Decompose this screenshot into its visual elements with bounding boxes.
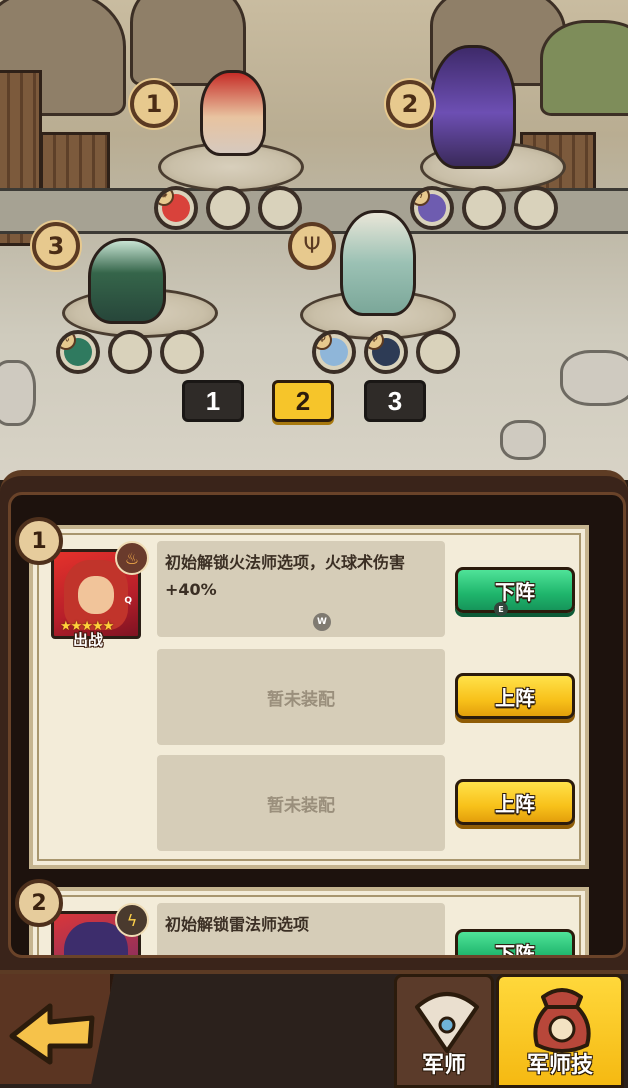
tree-right xyxy=(540,20,628,116)
tab-label: 军师技 xyxy=(526,1053,593,1078)
position-number-2: 2 xyxy=(386,80,434,128)
rock xyxy=(560,350,628,406)
skill-slot[interactable]: Ψ xyxy=(364,330,408,374)
brocade-bag-icon xyxy=(533,988,591,1053)
skill-panel: Q ★★★★★ ♨ 出战 初始解锁火法师选项，火球术伤害+40% W 下阵 E … xyxy=(0,470,628,976)
equip-button[interactable]: 上阵 xyxy=(455,673,575,719)
tab-label: 军师 xyxy=(421,1053,466,1078)
portrait-face xyxy=(78,576,114,614)
skill-slot[interactable] xyxy=(514,186,558,230)
skill-slot[interactable] xyxy=(416,330,460,374)
strategist-card-1: Q ★★★★★ ♨ 出战 初始解锁火法师选项，火球术伤害+40% W 下阵 E … xyxy=(29,525,589,869)
back-button[interactable] xyxy=(0,974,114,1084)
hero-strategist[interactable] xyxy=(340,210,416,316)
empty-slot-text: 暂未装配 xyxy=(267,795,335,816)
lightning-icon: ϟ xyxy=(115,903,149,937)
position-number-1: 1 xyxy=(130,80,178,128)
rock xyxy=(500,420,546,460)
skill-slot[interactable] xyxy=(160,330,204,374)
tab-strategist-skills[interactable]: 军师技 xyxy=(496,974,624,1088)
hotkey-hint: Q xyxy=(124,596,132,606)
equip-button[interactable]: 上阵 xyxy=(455,779,575,825)
skill-slot[interactable]: ∿ xyxy=(56,330,100,374)
skill-slot[interactable] xyxy=(108,330,152,374)
team-tab-1[interactable]: 1 xyxy=(182,380,244,422)
button-label: 下阵 xyxy=(495,579,535,604)
card-number-1: 1 xyxy=(15,517,63,565)
empty-slot-text: 暂未装配 xyxy=(267,689,335,710)
wind-icon: ∿ xyxy=(60,334,76,350)
hero-thunder-mage[interactable] xyxy=(430,45,516,169)
skill-slot[interactable] xyxy=(462,186,506,230)
skill-slot[interactable] xyxy=(258,186,302,230)
skill-slot[interactable]: ✹ xyxy=(154,186,198,230)
skill-slot[interactable]: Ψ xyxy=(312,330,356,374)
team-tab-2[interactable]: 2 xyxy=(272,380,334,422)
team-tab-3[interactable]: 3 xyxy=(364,380,426,422)
hero-swordsman[interactable] xyxy=(88,238,166,324)
feather-fan-icon xyxy=(415,992,479,1053)
tab-strategist[interactable]: 军师 xyxy=(394,974,494,1088)
strategist-card-2: ϟ 初始解锁雷法师选项 下阵 xyxy=(29,887,589,955)
skill-slot-3[interactable]: 暂未装配 xyxy=(157,755,445,851)
status-deployed: 出战 xyxy=(73,631,104,649)
skill-description: 初始解锁雷法师选项 xyxy=(165,915,310,934)
skill-slot-1[interactable]: 初始解锁火法师选项，火球术伤害+40% W xyxy=(157,541,445,637)
battlefield-scene: 1 ✹ 2 ϟ 3 ∿ Ψ Ψ Ψ 1 2 3 xyxy=(0,0,628,480)
card-number-2: 2 xyxy=(15,879,63,927)
position-number-3: 3 xyxy=(32,222,80,270)
skill-slot-2[interactable]: 暂未装配 xyxy=(157,649,445,745)
fire-icon: ♨ xyxy=(115,541,149,575)
unequip-button[interactable]: 下阵 E xyxy=(455,567,575,616)
skill-description: 初始解锁火法师选项，火球术伤害+40% xyxy=(165,553,406,599)
unequip-button[interactable]: 下阵 xyxy=(455,929,575,955)
skill-slot[interactable]: ϟ xyxy=(410,186,454,230)
skill-slot-1[interactable]: 初始解锁雷法师选项 xyxy=(157,903,445,955)
hotkey-hint: W xyxy=(313,613,331,631)
skill-slot[interactable] xyxy=(206,186,250,230)
trident-icon: Ψ xyxy=(288,222,336,270)
skill-list[interactable]: Q ★★★★★ ♨ 出战 初始解锁火法师选项，火球术伤害+40% W 下阵 E … xyxy=(8,492,626,958)
hero-fire-mage[interactable] xyxy=(200,70,266,156)
hotkey-hint: E xyxy=(494,602,508,616)
bottom-nav: 军师 军师技 xyxy=(0,970,628,1088)
back-arrow-icon xyxy=(9,1003,95,1065)
rock xyxy=(0,360,36,426)
trident-icon: Ψ xyxy=(316,334,332,350)
